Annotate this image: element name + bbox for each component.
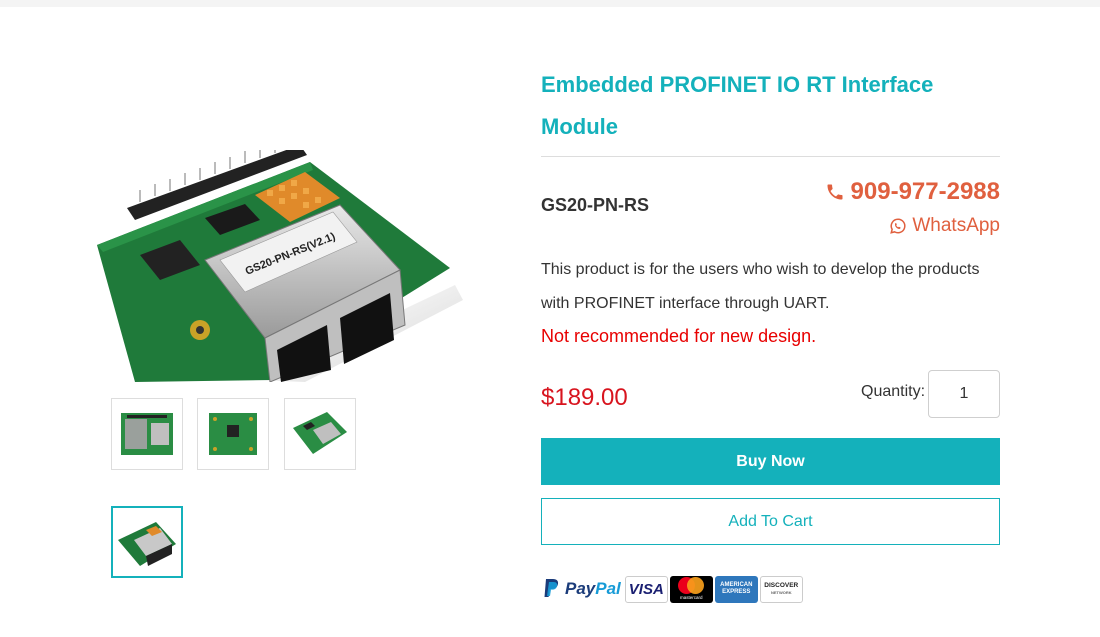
buy-now-button[interactable]: Buy Now <box>541 438 1000 485</box>
add-to-cart-button[interactable]: Add To Cart <box>541 498 1000 545</box>
paypal-text-pay: Pay <box>565 579 596 598</box>
product-price: $189.00 <box>541 384 628 411</box>
mastercard-text: mastercard <box>680 594 703 600</box>
paypal-text-pal: Pal <box>595 579 621 598</box>
mastercard-card: mastercard <box>669 575 713 603</box>
product-description: This product is for the users who wish t… <box>541 261 980 312</box>
whatsapp-link[interactable]: WhatsApp <box>889 215 1000 237</box>
whatsapp-label: WhatsApp <box>912 215 1000 236</box>
thumbnail-back-view[interactable] <box>197 398 269 470</box>
visa-text: VISA <box>628 580 664 598</box>
main-product-image[interactable]: GS20-PN-RS(V2.1) <box>95 145 465 383</box>
discover-sub-text: NETWORK <box>770 590 792 595</box>
mastercard-icon <box>676 576 706 594</box>
phone-icon <box>825 182 845 202</box>
design-warning: Not recommended for new design. <box>541 326 817 346</box>
thumbnail-top-view[interactable] <box>111 398 183 470</box>
title-divider <box>541 156 1000 157</box>
phone-link[interactable]: 909-977-2988 <box>825 178 1000 206</box>
product-title: Embedded PROFINET IO RT Interface Module <box>541 72 934 139</box>
thumbnail-angle-view[interactable] <box>284 398 356 470</box>
product-sku: GS20-PN-RS <box>541 195 650 215</box>
thumbnail-main-view[interactable] <box>111 506 183 578</box>
amex-card: AMERICAN EXPRESS <box>714 575 758 603</box>
discover-card: DISCOVER NETWORK <box>759 575 803 603</box>
visa-card: VISA <box>624 575 668 603</box>
phone-number: 909-977-2988 <box>850 178 1000 205</box>
paypal-logo: PayPal <box>543 578 621 600</box>
discover-text: DISCOVER <box>764 582 799 589</box>
top-bar <box>0 0 1100 7</box>
whatsapp-icon <box>889 217 907 235</box>
paypal-icon <box>544 579 559 597</box>
payment-methods: PayPal VISA mastercard AMERICAN EXPRESS … <box>543 574 803 604</box>
quantity-label: Quantity: <box>861 383 926 400</box>
quantity-input[interactable] <box>928 370 1000 418</box>
amex-text: AMERICAN EXPRESS <box>720 582 753 595</box>
